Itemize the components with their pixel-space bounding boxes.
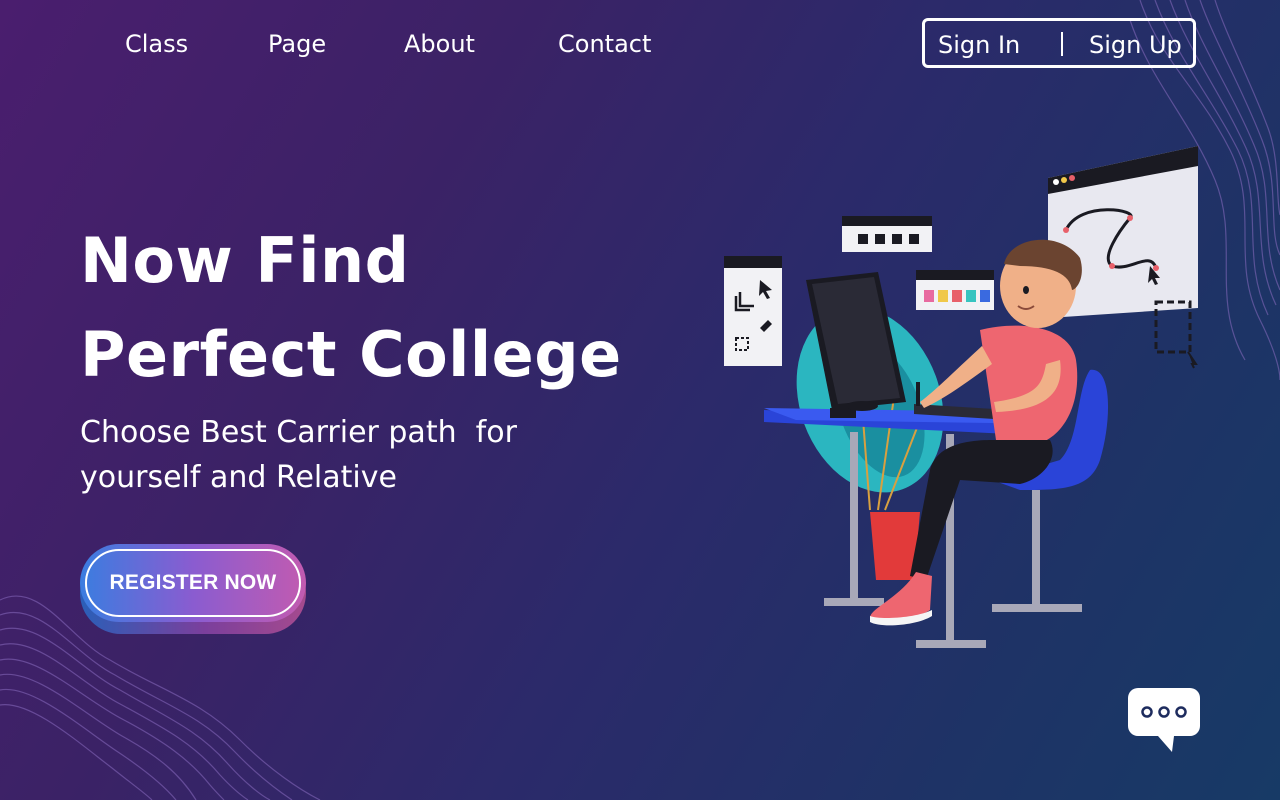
register-button-label: REGISTER NOW <box>109 571 277 594</box>
sign-up-button[interactable]: Sign Up <box>1089 29 1182 61</box>
tool-panel-icon <box>724 256 782 366</box>
nav-link-class[interactable]: Class <box>125 27 188 61</box>
nav-link-about[interactable]: About <box>404 27 475 61</box>
hero-title: Now Find Perfect College <box>80 214 622 402</box>
hero-subtitle: Choose Best Carrier path for yourself an… <box>80 410 600 500</box>
color-palette-icon <box>916 270 994 310</box>
top-nav: Class Page About Contact <box>0 27 800 63</box>
sign-in-button[interactable]: Sign In <box>938 29 1020 61</box>
hero-title-line-1: Now Find <box>80 224 410 297</box>
nav-link-contact[interactable]: Contact <box>558 27 651 61</box>
nav-link-page[interactable]: Page <box>268 27 326 61</box>
auth-box: Sign In Sign Up <box>922 18 1196 68</box>
auth-divider <box>1061 32 1063 56</box>
hero-subtitle-line-2: yourself and Relative <box>80 460 397 495</box>
chat-bubble-icon[interactable] <box>1128 686 1200 754</box>
hero-title-line-2: Perfect College <box>80 318 622 391</box>
designer-at-desk-illustration <box>724 146 1198 648</box>
hero-subtitle-line-1: Choose Best Carrier path for <box>80 415 517 450</box>
layers-panel-icon <box>842 216 932 252</box>
register-now-button[interactable]: REGISTER NOW <box>80 544 306 622</box>
